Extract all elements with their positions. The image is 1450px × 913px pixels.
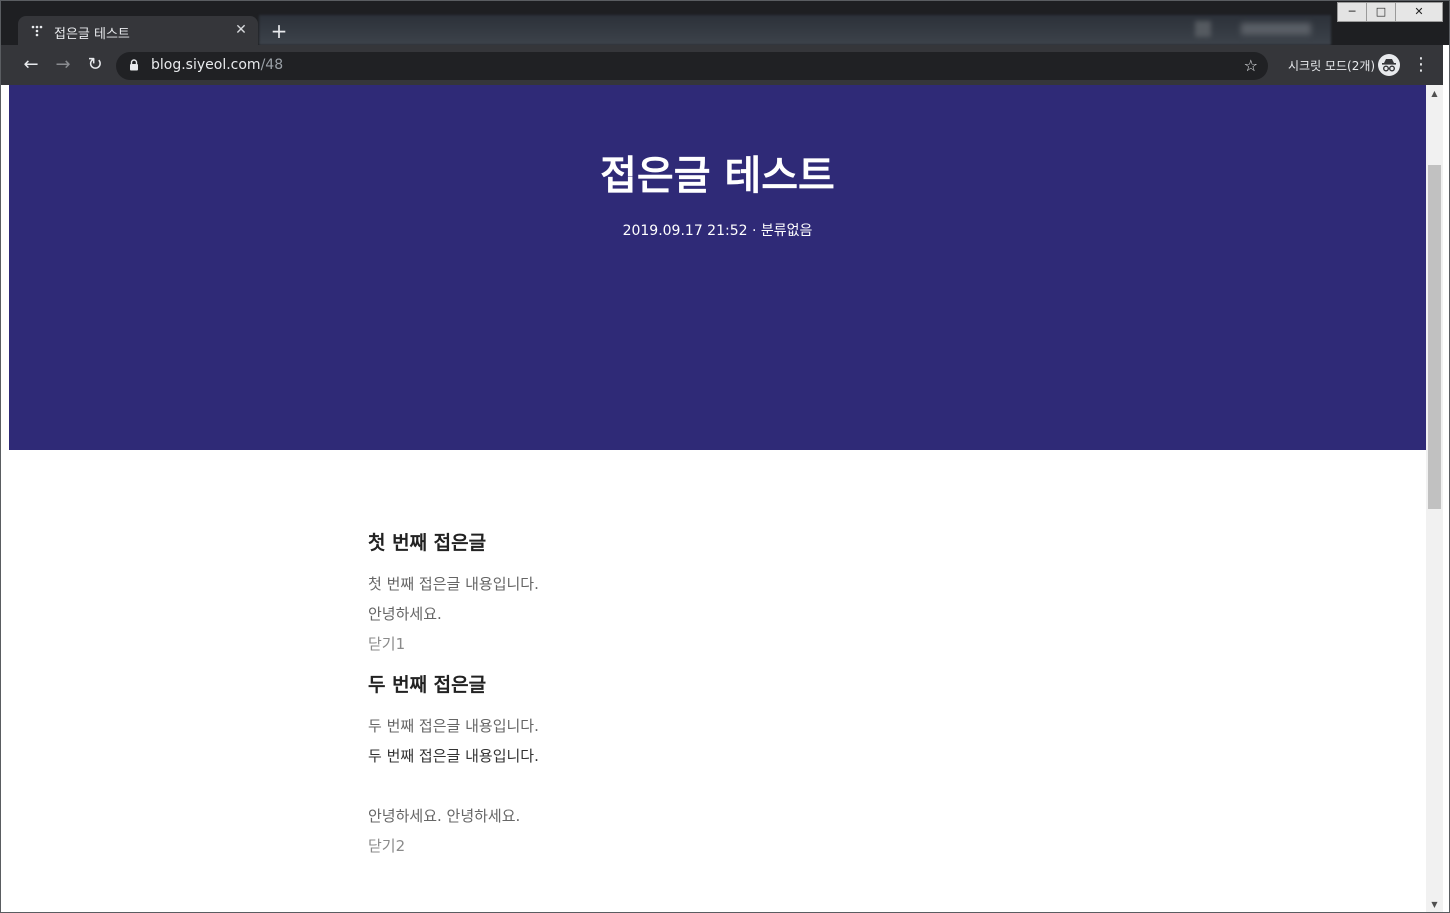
fold-section-2: 두 번째 접은글 두 번째 접은글 내용입니다. 두 번째 접은글 내용입니다.… [368,667,1068,861]
right-edge [1443,45,1449,912]
vertical-scrollbar[interactable]: ▲ ▼ [1426,85,1443,912]
browser-toolbar: ← → ↻ blog.siyeol.com/48 ☆ 시크릿 모드(2개) ⋮ [1,45,1449,85]
incognito-icon[interactable] [1378,54,1400,76]
page-viewport: 접은글 테스트 2019.09.17 21:52 · 분류없음 첫 번째 접은글… [9,85,1426,912]
scroll-thumb[interactable] [1428,165,1441,509]
post-date: 2019.09.17 21:52 [622,223,748,239]
active-tab[interactable]: 접은글 테스트 ✕ [18,16,258,46]
fold-line: 안녕하세요. [368,605,442,623]
fold-heading: 두 번째 접은글 [368,674,487,696]
left-edge [1,85,9,912]
fold-line-blank [368,771,1068,801]
menu-icon[interactable]: ⋮ [1412,53,1430,77]
browser-window: 접은글 테스트 ✕ + ─ □ ✕ ← → ↻ blog.siyeol.com/… [0,0,1450,913]
post-meta: 2019.09.17 21:52 · 분류없음 [9,220,1426,240]
url-path: /48 [260,57,284,73]
url-host: blog.siyeol.com [151,57,261,73]
post-header-banner: 접은글 테스트 2019.09.17 21:52 · 분류없음 [9,85,1426,450]
fold-line: 첫 번째 접은글 내용입니다. [368,575,539,593]
fold-close-button-1[interactable]: 닫기1 [368,629,1068,659]
bookmark-star-icon[interactable]: ☆ [1244,56,1258,75]
tistory-favicon-icon [31,25,43,37]
fold-line: 두 번째 접은글 내용입니다. [368,717,539,735]
post-content: 첫 번째 접은글 첫 번째 접은글 내용입니다. 안녕하세요. 닫기1 두 번째… [368,525,1068,861]
url-text: blog.siyeol.com/48 [151,57,283,73]
address-bar[interactable]: blog.siyeol.com/48 ☆ [116,52,1268,80]
fold-line: 두 번째 접은글 내용입니다. [368,747,539,765]
scroll-up-arrow-icon[interactable]: ▲ [1426,85,1443,102]
window-close-icon[interactable]: ✕ [1395,2,1443,22]
new-tab-button[interactable]: + [265,19,293,45]
fold-section-1: 첫 번째 접은글 첫 번째 접은글 내용입니다. 안녕하세요. 닫기1 [368,525,1068,659]
window-controls: ─ □ ✕ [1337,2,1443,22]
forward-icon[interactable]: → [51,53,75,77]
maximize-icon[interactable]: □ [1366,2,1396,22]
fold-heading: 첫 번째 접은글 [368,532,487,554]
tab-strip: 접은글 테스트 ✕ + ─ □ ✕ [1,1,1449,46]
back-icon[interactable]: ← [19,53,43,77]
incognito-label[interactable]: 시크릿 모드(2개) [1288,57,1375,74]
fold-line: 안녕하세요. 안녕하세요. [368,807,521,825]
post-category[interactable]: 분류없음 [761,223,813,239]
reload-icon[interactable]: ↻ [83,53,107,77]
tab-title: 접은글 테스트 [54,27,130,42]
meta-separator: · [751,223,757,239]
lock-icon [130,59,138,71]
post-title: 접은글 테스트 [600,153,835,199]
background-tab-blurred[interactable] [259,15,1331,45]
scroll-down-arrow-icon[interactable]: ▼ [1426,896,1443,912]
tab-close-icon[interactable]: ✕ [234,22,248,38]
minimize-icon[interactable]: ─ [1337,2,1367,22]
fold-close-button-2[interactable]: 닫기2 [368,831,1068,861]
